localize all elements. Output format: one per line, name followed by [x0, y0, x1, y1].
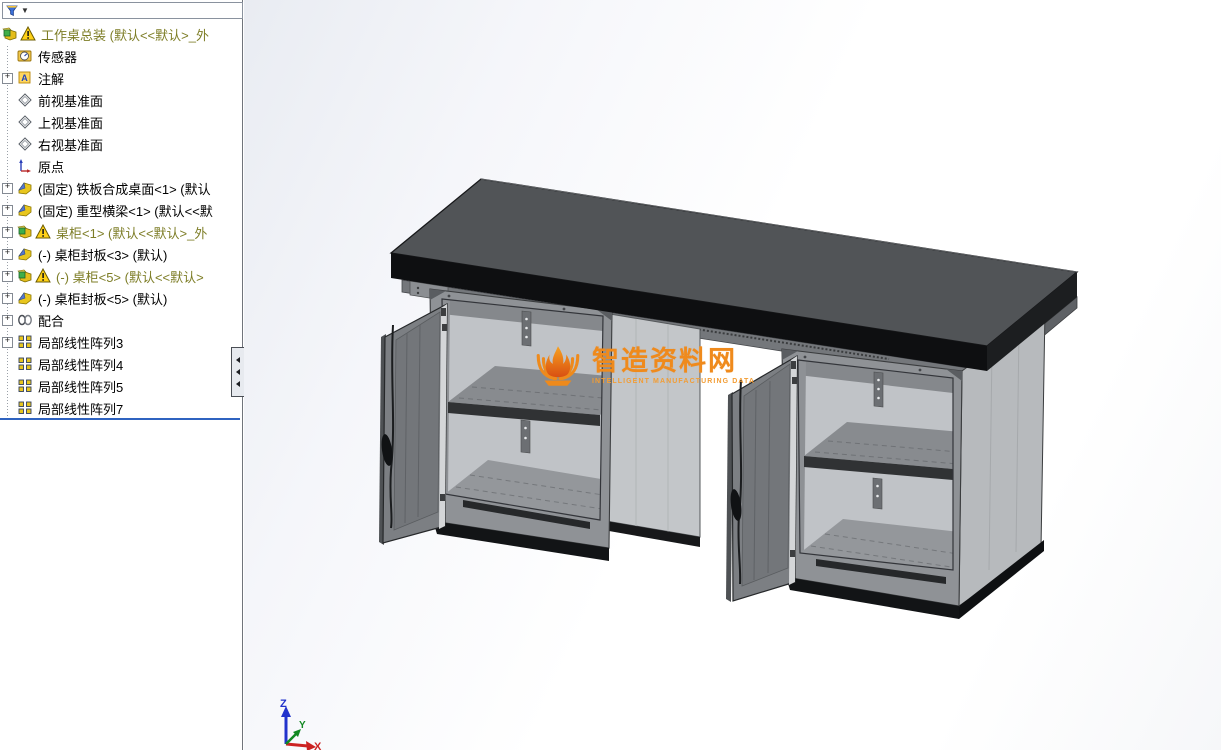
tree-item-2[interactable]: + A 注解: [0, 67, 243, 89]
tree-item-label: (固定) 铁板合成桌面<1> (默认: [38, 179, 211, 198]
tree-item-3[interactable]: 前视基准面: [0, 89, 243, 111]
right-door-hinge: [792, 377, 797, 384]
expand-toggle[interactable]: +: [2, 337, 13, 348]
x-axis-label: X: [314, 741, 322, 750]
assembly-icon: [17, 268, 33, 284]
assembly-icon: [2, 26, 18, 42]
tree-item-6[interactable]: 原点: [0, 155, 243, 177]
left-door-hinge: [440, 494, 445, 501]
expand-toggle[interactable]: +: [2, 293, 13, 304]
tree-item-9[interactable]: + 桌柜<1> (默认<<默认>_外: [0, 221, 243, 243]
tree-item-label: 局部线性阵列5: [38, 377, 123, 396]
tree-item-label: 前视基准面: [38, 91, 103, 110]
tree-filter-bar[interactable]: ▼: [2, 2, 243, 19]
linear-pattern-icon: [17, 356, 33, 372]
part-icon: [17, 180, 33, 196]
panel-splitter[interactable]: [231, 347, 244, 397]
sensors-icon: [17, 48, 33, 64]
left-door-hinge: [442, 324, 447, 331]
expand-toggle[interactable]: +: [2, 271, 13, 282]
graphics-viewport[interactable]: Z X Y: [244, 0, 1221, 750]
middle-seal-panel[interactable]: [604, 313, 700, 547]
datum-plane-icon: [17, 114, 33, 130]
orientation-triad: Z X Y: [280, 698, 322, 750]
y-axis-label: Y: [299, 720, 306, 731]
tree-item-5[interactable]: 右视基准面: [0, 133, 243, 155]
tree-item-label: 配合: [38, 311, 64, 330]
feature-tree-panel: ▼ 工作桌总装 (默认<<默认>_外传感器 + A 注解前视基准面上视基准面右视基准面…: [0, 0, 243, 750]
rollback-bar[interactable]: [0, 418, 240, 420]
part-icon: [17, 246, 33, 262]
filter-funnel-icon[interactable]: [6, 5, 18, 17]
expand-toggle[interactable]: +: [2, 249, 13, 260]
tree-item-label: 右视基准面: [38, 135, 103, 154]
tree-item-1[interactable]: 传感器: [0, 45, 243, 67]
workbench-3d-model[interactable]: Z X Y: [244, 0, 1221, 750]
tree-item-label: (-) 桌柜封板<3> (默认): [38, 245, 167, 264]
left-door-hinge: [441, 308, 446, 316]
tree-item-16[interactable]: 局部线性阵列5: [0, 375, 243, 397]
tree-item-label: 原点: [38, 157, 64, 176]
tree-item-12[interactable]: + (-) 桌柜封板<5> (默认): [0, 287, 243, 309]
tree-item-label: 注解: [38, 69, 64, 88]
tree-item-label: 桌柜<1> (默认<<默认>_外: [56, 223, 207, 242]
z-axis-label: Z: [280, 698, 287, 710]
mates-icon: [17, 312, 33, 328]
tree-item-0[interactable]: 工作桌总装 (默认<<默认>_外: [0, 23, 243, 45]
datum-plane-icon: [17, 92, 33, 108]
expand-toggle[interactable]: +: [2, 73, 13, 84]
warning-icon: [20, 26, 36, 42]
tree-item-13[interactable]: + 配合: [0, 309, 243, 331]
tree-item-8[interactable]: + (固定) 重型横梁<1> (默认<<默: [0, 199, 243, 221]
tree-item-11[interactable]: + (-) 桌柜<5> (默认<<默认>: [0, 265, 243, 287]
linear-pattern-icon: [17, 378, 33, 394]
expand-toggle[interactable]: +: [2, 227, 13, 238]
feature-tree: 工作桌总装 (默认<<默认>_外传感器 + A 注解前视基准面上视基准面右视基准面原点…: [0, 23, 243, 419]
tree-item-label: 局部线性阵列3: [38, 333, 123, 352]
collapse-arrow-icon: [236, 357, 240, 363]
datum-plane-icon: [17, 136, 33, 152]
linear-pattern-icon: [17, 334, 33, 350]
right-cabinet-door[interactable]: [726, 356, 797, 602]
tree-item-label: (-) 桌柜<5> (默认<<默认>: [56, 267, 204, 286]
svg-text:A: A: [21, 73, 28, 83]
tree-item-label: (固定) 重型横梁<1> (默认<<默: [38, 201, 213, 220]
tree-item-label: (-) 桌柜封板<5> (默认): [38, 289, 167, 308]
origin-icon: [17, 158, 33, 174]
filter-dropdown-caret[interactable]: ▼: [21, 7, 29, 15]
expand-toggle[interactable]: +: [2, 315, 13, 326]
solidworks-window: ▼ 工作桌总装 (默认<<默认>_外传感器 + A 注解前视基准面上视基准面右视基准面…: [0, 0, 1221, 750]
tree-item-15[interactable]: 局部线性阵列4: [0, 353, 243, 375]
part-icon: [17, 290, 33, 306]
expand-toggle[interactable]: +: [2, 183, 13, 194]
tree-item-label: 上视基准面: [38, 113, 103, 132]
part-icon: [17, 202, 33, 218]
right-door-hinge: [790, 550, 795, 557]
right-door-hinge: [791, 361, 796, 369]
linear-pattern-icon: [17, 400, 33, 416]
annotations-icon: A: [17, 70, 33, 86]
assembly-icon: [17, 224, 33, 240]
tree-item-label: 传感器: [38, 47, 77, 66]
warning-icon: [35, 268, 51, 284]
tree-item-10[interactable]: + (-) 桌柜封板<3> (默认): [0, 243, 243, 265]
tree-item-14[interactable]: + 局部线性阵列3: [0, 331, 243, 353]
tree-item-17[interactable]: 局部线性阵列7: [0, 397, 243, 419]
collapse-arrow-icon: [236, 369, 240, 375]
tree-item-4[interactable]: 上视基准面: [0, 111, 243, 133]
tree-item-7[interactable]: + (固定) 铁板合成桌面<1> (默认: [0, 177, 243, 199]
expand-toggle[interactable]: +: [2, 205, 13, 216]
left-cabinet-door[interactable]: [379, 304, 447, 545]
tree-item-label: 工作桌总装 (默认<<默认>_外: [41, 25, 209, 44]
warning-icon: [35, 224, 51, 240]
tree-item-label: 局部线性阵列4: [38, 355, 123, 374]
tree-item-label: 局部线性阵列7: [38, 399, 123, 418]
collapse-arrow-icon: [236, 381, 240, 387]
